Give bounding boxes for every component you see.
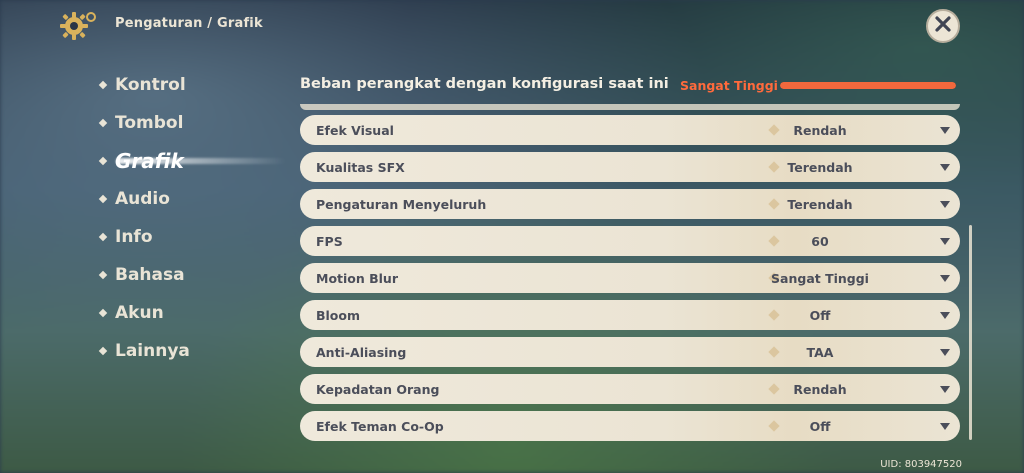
close-button[interactable] xyxy=(926,9,960,43)
settings-scrollbar[interactable] xyxy=(969,225,972,440)
sidebar-item-audio[interactable]: Audio xyxy=(98,184,170,214)
setting-row-kualitas-sfx[interactable]: Kualitas SFX Terendah xyxy=(300,152,960,182)
device-load-meter xyxy=(780,82,956,89)
bullet-icon xyxy=(98,346,108,356)
device-load-fill xyxy=(780,82,956,89)
device-load-indicator: Beban perangkat dengan konfigurasi saat … xyxy=(300,72,960,100)
setting-value: Off xyxy=(809,308,831,323)
setting-value: Terendah xyxy=(787,160,853,175)
close-icon xyxy=(934,15,952,37)
setting-row-anti-aliasing[interactable]: Anti-Aliasing TAA xyxy=(300,337,960,367)
setting-row-bloom[interactable]: Bloom Off xyxy=(300,300,960,330)
sidebar-item-bahasa[interactable]: Bahasa xyxy=(98,260,185,290)
setting-row-kepadatan-orang[interactable]: Kepadatan Orang Rendah xyxy=(300,374,960,404)
setting-name: Bloom xyxy=(316,308,361,323)
dropdown-arrow-icon[interactable] xyxy=(940,238,950,245)
sidebar-item-label: Lainnya xyxy=(115,341,190,361)
sidebar-item-tombol[interactable]: Tombol xyxy=(98,108,184,138)
sidebar-item-label: Tombol xyxy=(115,113,184,133)
dropdown-arrow-icon[interactable] xyxy=(940,312,950,319)
setting-row-pengaturan-menyeluruh[interactable]: Pengaturan Menyeluruh Terendah xyxy=(300,189,960,219)
dropdown-arrow-icon[interactable] xyxy=(940,386,950,393)
breadcrumb: Pengaturan / Grafik xyxy=(115,16,263,31)
setting-row-efek-teman-co-op[interactable]: Efek Teman Co-Op Off xyxy=(300,411,960,441)
setting-name: FPS xyxy=(316,234,343,249)
setting-row-fps[interactable]: FPS 60 xyxy=(300,226,960,256)
list-top-edge xyxy=(300,104,960,110)
sidebar-item-kontrol[interactable]: Kontrol xyxy=(98,70,186,100)
bullet-icon xyxy=(98,308,108,318)
setting-name: Kepadatan Orang xyxy=(316,382,440,397)
setting-value: Rendah xyxy=(793,382,847,397)
bullet-icon xyxy=(98,194,108,204)
device-load-title: Beban perangkat dengan konfigurasi saat … xyxy=(300,76,669,92)
device-load-value: Sangat Tinggi xyxy=(680,78,778,93)
gear-icon xyxy=(58,8,98,44)
setting-name: Anti-Aliasing xyxy=(316,345,407,360)
sidebar-item-label: Audio xyxy=(115,189,170,209)
player-uid: UID: 803947520 xyxy=(880,459,962,470)
sidebar-item-grafik[interactable]: Grafik xyxy=(98,146,286,176)
setting-value: Off xyxy=(809,419,831,434)
sidebar-item-info[interactable]: Info xyxy=(98,222,153,252)
bullet-icon xyxy=(98,156,108,166)
sidebar-item-akun[interactable]: Akun xyxy=(98,298,164,328)
sidebar-item-label: Bahasa xyxy=(115,265,185,285)
sidebar-item-label: Grafik xyxy=(115,149,184,173)
sidebar-item-label: Kontrol xyxy=(115,75,186,95)
sidebar-item-label: Info xyxy=(115,227,153,247)
graphics-settings-list: Efek Visual Rendah Kualitas SFX Terendah… xyxy=(300,104,962,442)
bullet-icon xyxy=(98,118,108,128)
dropdown-arrow-icon[interactable] xyxy=(940,349,950,356)
bullet-icon xyxy=(98,80,108,90)
setting-row-motion-blur[interactable]: Motion Blur Sangat Tinggi xyxy=(300,263,960,293)
setting-value: 60 xyxy=(811,234,829,249)
bullet-icon xyxy=(98,232,108,242)
setting-name: Motion Blur xyxy=(316,271,399,286)
sidebar-item-label: Akun xyxy=(115,303,164,323)
dropdown-arrow-icon[interactable] xyxy=(940,127,950,134)
dropdown-arrow-icon[interactable] xyxy=(940,201,950,208)
setting-name: Efek Visual xyxy=(316,123,394,138)
dropdown-arrow-icon[interactable] xyxy=(940,275,950,282)
setting-name: Kualitas SFX xyxy=(316,160,405,175)
dropdown-arrow-icon[interactable] xyxy=(940,423,950,430)
setting-value: Terendah xyxy=(787,197,853,212)
bullet-icon xyxy=(98,270,108,280)
top-bar: Pengaturan / Grafik xyxy=(0,0,1024,50)
setting-value: TAA xyxy=(806,345,834,360)
setting-name: Pengaturan Menyeluruh xyxy=(316,197,487,212)
setting-value: Rendah xyxy=(793,123,847,138)
sidebar-item-lainnya[interactable]: Lainnya xyxy=(98,336,190,366)
dropdown-arrow-icon[interactable] xyxy=(940,164,950,171)
setting-value: Sangat Tinggi xyxy=(771,271,869,286)
setting-row-efek-visual[interactable]: Efek Visual Rendah xyxy=(300,115,960,145)
setting-name: Efek Teman Co-Op xyxy=(316,419,444,434)
